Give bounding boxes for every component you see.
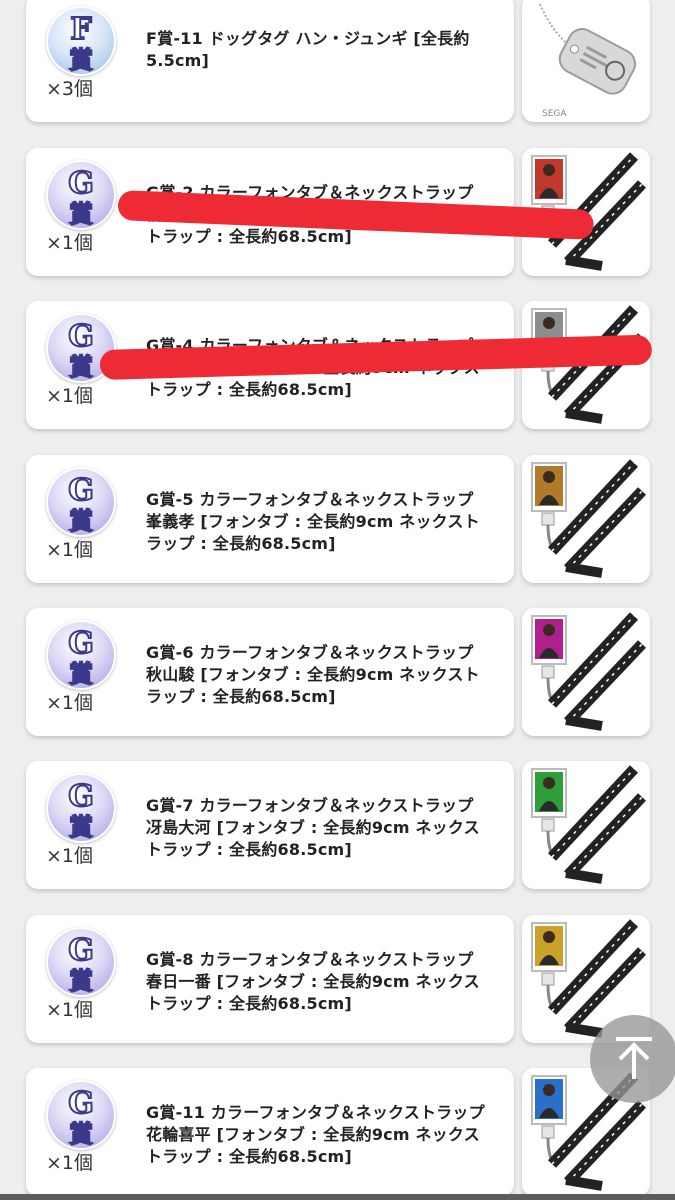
prize-row[interactable]: G 賞 ×1個 G賞-6 カラーフォンタブ＆ネックストラップ 秋山駿 [フォンタブ… (26, 608, 650, 736)
svg-text:G: G (68, 319, 94, 354)
prize-row[interactable]: F 賞 ×3個 F賞-11 ドッグタグ ハン・ジュンギ [全長約5.5cm] SE… (26, 0, 650, 122)
grade-badge-icon: G 賞 (46, 1080, 116, 1150)
grade-badge-icon: G 賞 (46, 620, 116, 690)
svg-text:賞: 賞 (69, 46, 93, 74)
quantity-label: ×1個 (46, 1152, 94, 1174)
arrow-up-to-top-icon (616, 1037, 652, 1079)
quantity-label: ×1個 (46, 692, 94, 714)
svg-text:G: G (68, 779, 94, 814)
lanyard-image (531, 765, 646, 884)
svg-text:賞: 賞 (69, 813, 93, 841)
svg-text:G: G (68, 626, 94, 661)
bottom-edge (0, 1194, 675, 1200)
quantity-label: ×3個 (46, 78, 94, 100)
quantity-label: ×1個 (46, 232, 94, 254)
svg-text:賞: 賞 (69, 660, 93, 688)
prize-title: F賞-11 ドッグタグ ハン・ジュンギ [全長約5.5cm] (146, 29, 470, 70)
prize-row[interactable]: G 賞 ×1個 G賞-8 カラーフォンタブ＆ネックストラップ 春日一番 [フォンタ… (26, 915, 650, 1043)
grade-badge-icon: G 賞 (46, 160, 116, 230)
prize-title: G賞-11 カラーフォンタブ＆ネックストラップ 花輪喜平 [フォンタブ : 全長… (146, 1103, 485, 1166)
prize-list: F 賞 ×3個 F賞-11 ドッグタグ ハン・ジュンギ [全長約5.5cm] SE… (0, 0, 675, 1200)
prize-card[interactable]: G 賞 ×1個 G賞-5 カラーフォンタブ＆ネックストラップ 峯義孝 [フォンタブ… (26, 455, 514, 583)
lanyard-image (531, 612, 646, 731)
prize-thumbnail[interactable] (522, 761, 650, 889)
prize-thumbnail[interactable]: SEGA (522, 0, 650, 122)
lanyard-image (531, 459, 646, 578)
prize-card[interactable]: G 賞 ×1個 G賞-6 カラーフォンタブ＆ネックストラップ 秋山駿 [フォンタブ… (26, 608, 514, 736)
scroll-to-top-button[interactable] (590, 1015, 675, 1103)
prize-row[interactable]: G 賞 ×1個 G賞-7 カラーフォンタブ＆ネックストラップ 冴島大河 [フォンタ… (26, 761, 650, 889)
prize-card[interactable]: F 賞 ×3個 F賞-11 ドッグタグ ハン・ジュンギ [全長約5.5cm] (26, 0, 514, 122)
prize-card[interactable]: G 賞 ×1個 G賞-8 カラーフォンタブ＆ネックストラップ 春日一番 [フォンタ… (26, 915, 514, 1043)
svg-text:G: G (68, 166, 94, 201)
svg-text:賞: 賞 (69, 967, 93, 995)
quantity-label: ×1個 (46, 385, 94, 407)
svg-text:賞: 賞 (69, 353, 93, 381)
prize-title: G賞-8 カラーフォンタブ＆ネックストラップ 春日一番 [フォンタブ : 全長約… (146, 950, 480, 1013)
prize-card[interactable]: G 賞 ×1個 G賞-11 カラーフォンタブ＆ネックストラップ 花輪喜平 [フォン… (26, 1068, 514, 1196)
dog-tag-image: SEGA (539, 3, 637, 119)
prize-card[interactable]: G 賞 ×1個 G賞-7 カラーフォンタブ＆ネックストラップ 冴島大河 [フォンタ… (26, 761, 514, 889)
grade-badge-icon: F 賞 (46, 6, 116, 76)
grade-badge-icon: G 賞 (46, 467, 116, 537)
svg-text:G: G (68, 933, 94, 968)
svg-text:G: G (68, 1086, 94, 1121)
quantity-label: ×1個 (46, 539, 94, 561)
grade-badge-icon: G 賞 (46, 773, 116, 843)
prize-title: G賞-6 カラーフォンタブ＆ネックストラップ 秋山駿 [フォンタブ : 全長約9… (146, 643, 480, 706)
svg-text:F: F (70, 12, 91, 47)
svg-text:賞: 賞 (69, 200, 93, 228)
prize-thumbnail[interactable] (522, 455, 650, 583)
quantity-label: ×1個 (46, 845, 94, 867)
svg-text:G: G (68, 473, 94, 508)
prize-thumbnail[interactable] (522, 608, 650, 736)
grade-badge-icon: G 賞 (46, 927, 116, 997)
prize-title: G賞-7 カラーフォンタブ＆ネックストラップ 冴島大河 [フォンタブ : 全長約… (146, 796, 480, 859)
svg-text:賞: 賞 (69, 1120, 93, 1148)
prize-row[interactable]: G 賞 ×1個 G賞-5 カラーフォンタブ＆ネックストラップ 峯義孝 [フォンタブ… (26, 455, 650, 583)
svg-text:賞: 賞 (69, 507, 93, 535)
quantity-label: ×1個 (46, 999, 94, 1021)
svg-text:SEGA: SEGA (542, 109, 567, 119)
prize-title: G賞-5 カラーフォンタブ＆ネックストラップ 峯義孝 [フォンタブ : 全長約9… (146, 490, 480, 553)
prize-row[interactable]: G 賞 ×1個 G賞-11 カラーフォンタブ＆ネックストラップ 花輪喜平 [フォン… (26, 1068, 650, 1196)
